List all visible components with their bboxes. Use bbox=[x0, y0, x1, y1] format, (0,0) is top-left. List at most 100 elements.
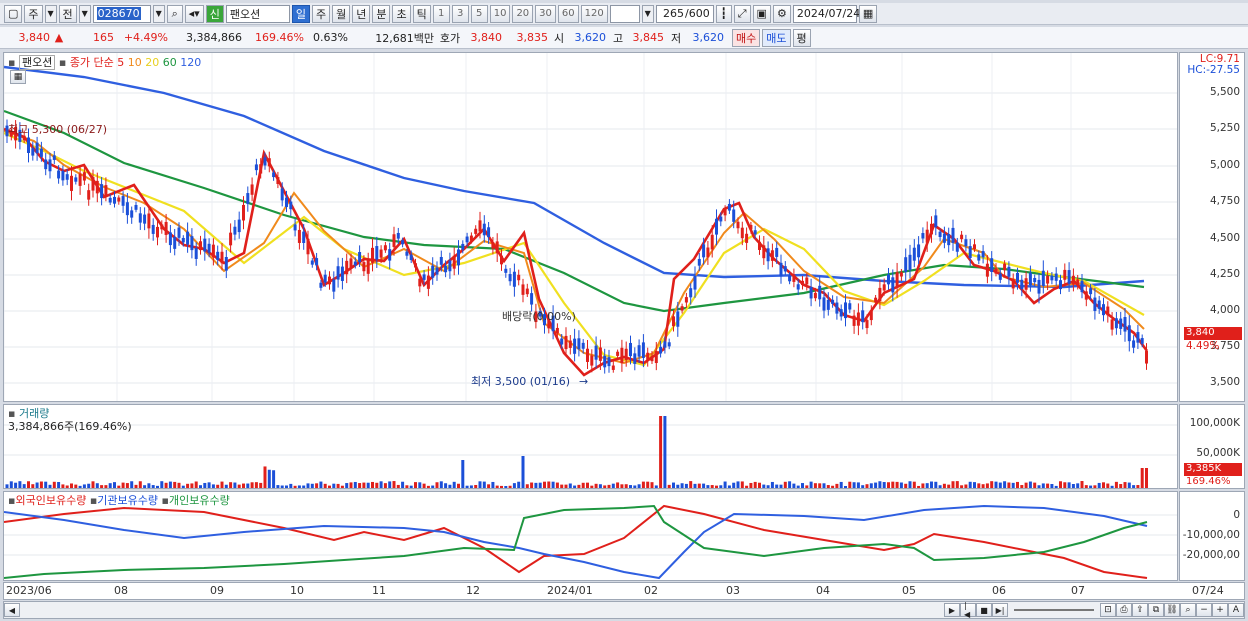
table-toggle-icon[interactable]: ▦ bbox=[10, 70, 26, 84]
link-icon[interactable]: ⛓ bbox=[1164, 603, 1180, 617]
interval-120[interactable]: 120 bbox=[580, 4, 608, 23]
zoom-out-icon[interactable]: − bbox=[1196, 603, 1212, 617]
zoom-icon[interactable]: ⌕ bbox=[1180, 603, 1196, 617]
mode-select[interactable]: 주 bbox=[24, 4, 43, 23]
volume-bar bbox=[246, 483, 250, 488]
custom-interval-input[interactable] bbox=[609, 4, 640, 23]
gear-icon[interactable]: ⚙ bbox=[772, 4, 791, 23]
volume-panel[interactable]: ▪ 거래량 3,384,866주(169.46%) bbox=[3, 404, 1178, 489]
export-icon[interactable]: ⇪ bbox=[1132, 603, 1148, 617]
volume-bar bbox=[960, 485, 964, 488]
volume-bar bbox=[465, 485, 469, 488]
holdings-panel[interactable]: ▪외국인보유수량 ▪기관보유수량 ▪개인보유수량 bbox=[3, 491, 1178, 581]
price-candle bbox=[1054, 273, 1058, 281]
period-week[interactable]: 주 bbox=[311, 4, 331, 23]
volume-bar bbox=[104, 485, 108, 488]
print-icon[interactable]: ⎙ bbox=[1116, 603, 1132, 617]
scroll-right-icon[interactable]: ▶ bbox=[944, 603, 960, 617]
period-tick[interactable]: 틱 bbox=[412, 4, 431, 23]
price-candle bbox=[379, 249, 383, 258]
low-marker-arrow: → bbox=[579, 375, 588, 388]
interval-20[interactable]: 20 bbox=[512, 4, 534, 23]
price-candle bbox=[968, 246, 972, 259]
chart-scrollbar[interactable]: ◀ ▶ |◀ ■ ▶| ⊡ ⎙ ⇪ ⧉ ⛓ ⌕ − + A bbox=[3, 601, 1245, 619]
date-tick: 10 bbox=[290, 584, 304, 597]
volume-bar bbox=[530, 482, 534, 488]
period-day[interactable]: 일 bbox=[291, 4, 310, 23]
price-candle bbox=[792, 274, 796, 282]
code-dropdown[interactable]: ▼ bbox=[152, 4, 165, 23]
stop-icon[interactable]: ■ bbox=[976, 603, 992, 617]
font-size-icon[interactable]: A bbox=[1228, 603, 1244, 617]
price-candle bbox=[448, 260, 452, 272]
volume-bar bbox=[100, 485, 104, 488]
volume-bar bbox=[353, 481, 357, 488]
interval-30[interactable]: 30 bbox=[535, 4, 556, 23]
price-candle bbox=[482, 223, 486, 236]
volume-bar bbox=[181, 485, 185, 488]
low-annotation: 최저 3,500 (01/16) bbox=[471, 375, 571, 388]
interval-10[interactable]: 10 bbox=[489, 4, 511, 23]
prev-dropdown[interactable]: ▼ bbox=[78, 4, 91, 23]
last-page-icon[interactable]: ▶| bbox=[992, 603, 1008, 617]
price-candle bbox=[358, 252, 362, 262]
volume-bar bbox=[224, 484, 228, 488]
calendar-icon[interactable]: ▦ bbox=[858, 4, 878, 23]
legend-bullet-2: ▪ bbox=[58, 56, 67, 69]
date-input[interactable]: 2024/07/24 bbox=[792, 4, 860, 23]
individual-holdings-line bbox=[4, 504, 1148, 579]
interval-60[interactable]: 60 bbox=[557, 4, 579, 23]
price-candle bbox=[1020, 279, 1024, 290]
data-count-field[interactable]: 265/600 bbox=[655, 4, 714, 23]
price-candle bbox=[826, 299, 830, 310]
price-candle bbox=[422, 274, 426, 280]
first-page-icon[interactable]: |◀ bbox=[960, 601, 976, 619]
price-candle bbox=[108, 197, 112, 203]
price-tick: 5,000 bbox=[1209, 159, 1240, 171]
volume-bar bbox=[1033, 482, 1037, 488]
interval-3[interactable]: 3 bbox=[451, 4, 469, 23]
window-icon[interactable]: ▢ bbox=[4, 4, 23, 23]
stock-code-input[interactable]: 028670 bbox=[92, 4, 151, 23]
volume-bar bbox=[293, 485, 297, 488]
zoom-slider[interactable] bbox=[1014, 609, 1094, 611]
volume-bar bbox=[702, 483, 706, 488]
custom-interval-dropdown[interactable]: ▼ bbox=[641, 4, 654, 23]
buy-button[interactable]: 매수 bbox=[732, 28, 761, 47]
legend-ma5: 5 bbox=[117, 56, 125, 69]
speaker-icon[interactable]: ◂▾ bbox=[184, 4, 204, 23]
sell-button[interactable]: 매도 bbox=[762, 28, 791, 47]
stock-name-field[interactable]: 팬오션 bbox=[225, 4, 290, 23]
save-icon[interactable]: ▣ bbox=[752, 4, 771, 23]
price-candle bbox=[121, 196, 125, 206]
flat-button[interactable]: 평 bbox=[792, 28, 811, 47]
prev-button[interactable]: 전 bbox=[58, 4, 77, 23]
period-month[interactable]: 월 bbox=[332, 4, 351, 23]
period-second[interactable]: 초 bbox=[392, 4, 411, 23]
mode-dropdown[interactable]: ▼ bbox=[44, 4, 57, 23]
price-candle bbox=[947, 234, 951, 246]
scroll-left-icon[interactable]: ◀ bbox=[4, 603, 20, 617]
period-year[interactable]: 년 bbox=[352, 4, 371, 23]
date-tick: 12 bbox=[466, 584, 480, 597]
volume-bar bbox=[577, 484, 581, 488]
compare-icon[interactable]: ⧉ bbox=[1148, 603, 1164, 617]
volume-bar bbox=[500, 485, 503, 488]
price-candle bbox=[186, 231, 190, 245]
candle-icon[interactable]: ┇ bbox=[715, 4, 732, 23]
price-chart-panel[interactable]: → ▪ 팬오션 ▪ 종가 단순 5 10 20 60 120 ▦ 최고 5,30… bbox=[3, 52, 1178, 402]
volume-bar bbox=[336, 483, 340, 488]
price-candle bbox=[706, 247, 710, 258]
price-candle bbox=[375, 246, 379, 260]
zoom-in-icon[interactable]: + bbox=[1212, 603, 1228, 617]
interval-5[interactable]: 5 bbox=[470, 4, 488, 23]
volume-bar bbox=[444, 483, 448, 488]
volume-bar bbox=[831, 485, 835, 488]
volume-bar bbox=[620, 484, 624, 488]
search-icon[interactable]: ⌕ bbox=[166, 4, 183, 23]
interval-1[interactable]: 1 bbox=[432, 4, 450, 23]
draw-tool-icon[interactable]: ⤢ bbox=[733, 4, 751, 23]
price-candle bbox=[951, 227, 955, 243]
layout-icon[interactable]: ⊡ bbox=[1100, 603, 1116, 617]
period-minute[interactable]: 분 bbox=[372, 4, 391, 23]
